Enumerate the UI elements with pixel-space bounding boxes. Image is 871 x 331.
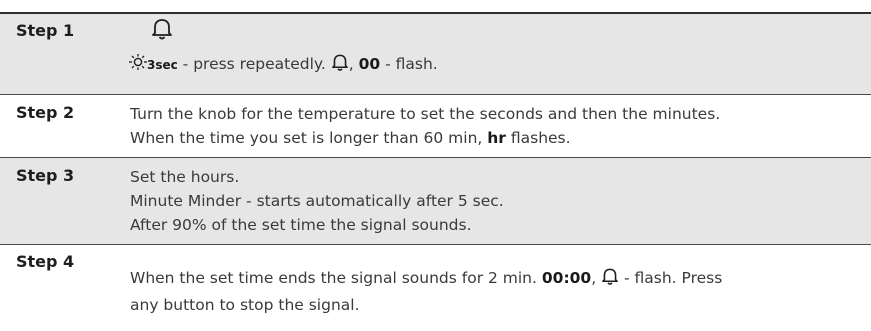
step4-line-1-pre: When the set time ends the signal sounds… [130, 269, 542, 287]
step2-bold-hr: hr [487, 129, 506, 147]
step2-line-2-pre: When the time you set is longer than 60 … [130, 129, 488, 147]
step-label-1: Step 1 [16, 21, 75, 40]
step4-bold-time: 00:00 [541, 269, 592, 287]
step-row-1: Step 1 3sec - press repeatedly. , 00 - f… [0, 14, 871, 94]
step1-text-a: - press repeatedly. [177, 55, 331, 73]
timer-label: 3sec [147, 58, 178, 72]
step3-line-3: After 90% of the set time the signal sou… [130, 216, 472, 234]
step-label-3: Step 3 [16, 166, 75, 185]
step1-bold-00: 00 [358, 55, 381, 73]
step4-line-1-sep: , [591, 269, 602, 287]
step-desc-4: When the set time ends the signal sounds… [130, 266, 722, 317]
step-desc-3: Set the hours. Minute Minder - starts au… [130, 165, 504, 237]
bell-icon-step4 [601, 267, 619, 293]
bell-icon-inline [331, 53, 349, 79]
steps-table: Step 1 3sec - press repeatedly. , 00 - f… [0, 0, 871, 331]
step-desc-1: 3sec - press repeatedly. , 00 - flash. [127, 52, 438, 79]
step3-line-2: Minute Minder - starts automatically aft… [130, 192, 504, 210]
step3-line-1: Set the hours. [130, 168, 240, 186]
step-label-2: Step 2 [16, 103, 75, 122]
step1-text-b: - flash. [380, 55, 438, 73]
step2-line-2: When the time you set is longer than 60 … [130, 126, 720, 150]
step4-line-1-post: - flash. Press [619, 269, 723, 287]
step-label-4: Step 4 [16, 252, 75, 271]
step-row-3: Step 3 Set the hours. Minute Minder - st… [0, 158, 871, 244]
step4-line-2: any button to stop the signal. [130, 296, 360, 314]
step-desc-2: Turn the knob for the temperature to set… [130, 102, 720, 150]
step2-line-2-post: flashes. [505, 129, 571, 147]
step-row-2: Step 2 Turn the knob for the temperature… [0, 95, 871, 157]
step4-line-1: When the set time ends the signal sounds… [130, 266, 722, 293]
step2-line-1: Turn the knob for the temperature to set… [130, 105, 721, 123]
bell-icon [151, 17, 173, 45]
light-3sec-icon [127, 53, 149, 78]
step1-comma: , [348, 55, 354, 73]
step-row-4: Step 4 When the set time ends the signal… [0, 245, 871, 331]
